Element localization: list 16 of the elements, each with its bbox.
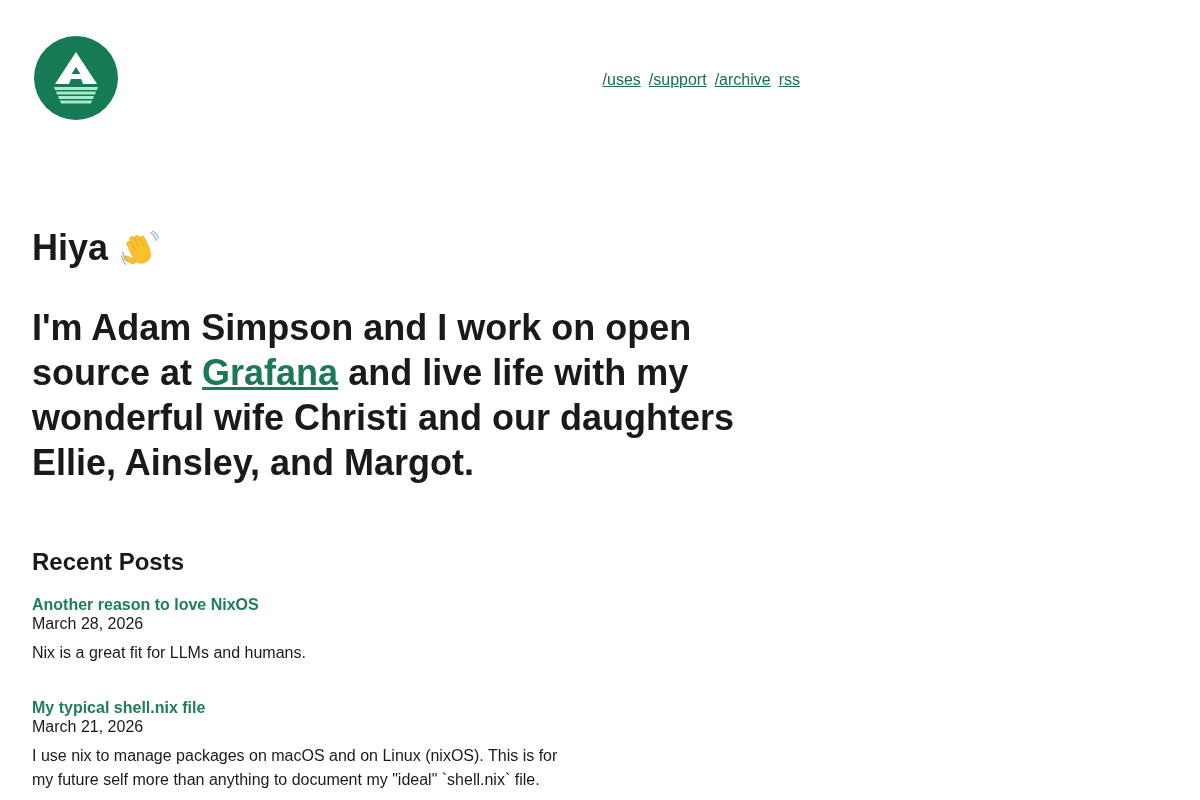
greeting-heading: Hiya xyxy=(32,226,109,270)
post-excerpt: I use nix to manage packages on macOS and on Linux (nixOS). This is for my future self more than anything to document my "ideal" `shell.nix` file. xyxy=(32,746,559,790)
post-excerpt: Nix is a great fit for LLMs and humans. xyxy=(32,643,307,663)
post-title-link[interactable]: Another reason to love NixOS xyxy=(32,595,259,614)
post-date: March 28, 2026 xyxy=(32,614,144,633)
nav-link[interactable]: rss xyxy=(778,69,800,89)
section-heading: Recent Posts xyxy=(32,547,186,577)
post-date: March 21, 2026 xyxy=(32,717,144,736)
nav-link[interactable]: /support xyxy=(648,69,707,89)
intro-paragraph: I'm Adam Simpson and I work on open source at Grafana and live life with my wonderful wife Christi and our daughters Ellie, Ainsley, and Margot. xyxy=(32,306,736,485)
nav-link[interactable]: /uses xyxy=(602,69,641,89)
logo-icon[interactable] xyxy=(34,36,118,120)
grafana-link[interactable]: Grafana xyxy=(202,352,339,393)
waving-hand-icon xyxy=(121,228,160,267)
post-title-link[interactable]: My typical shell.nix file xyxy=(32,698,206,717)
nav-link[interactable]: /archive xyxy=(714,69,771,89)
